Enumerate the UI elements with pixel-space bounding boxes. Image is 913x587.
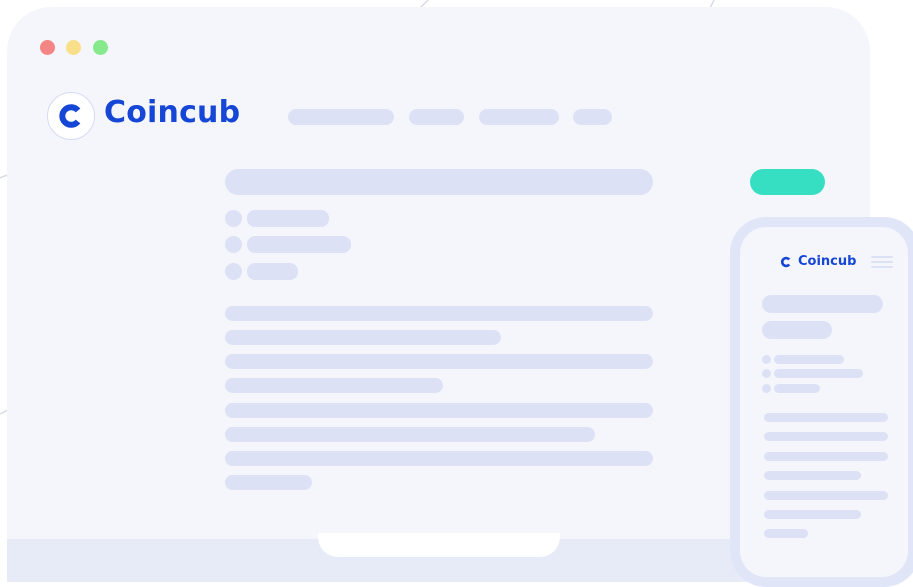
mobile-bullet-dot bbox=[762, 355, 771, 364]
bullet-dot bbox=[225, 210, 242, 227]
nav-item-placeholder[interactable] bbox=[409, 109, 464, 125]
mobile-paragraph-line bbox=[764, 432, 888, 441]
cta-button[interactable] bbox=[750, 169, 825, 195]
paragraph-line-placeholder bbox=[225, 451, 653, 466]
paragraph-line-placeholder bbox=[225, 378, 443, 393]
paragraph-line-placeholder bbox=[225, 330, 501, 345]
bullet-text-placeholder bbox=[247, 263, 298, 280]
brand-name[interactable]: Coincub bbox=[104, 95, 240, 130]
mobile-brand-name[interactable]: Coincub bbox=[798, 254, 856, 269]
mobile-device: Coincub bbox=[730, 217, 913, 587]
maximize-dot[interactable] bbox=[93, 40, 108, 55]
hamburger-menu-icon[interactable] bbox=[871, 256, 893, 268]
mobile-heading-placeholder bbox=[762, 295, 883, 313]
close-dot[interactable] bbox=[40, 40, 55, 55]
paragraph-line-placeholder bbox=[225, 403, 653, 418]
mobile-bullet-dot bbox=[762, 384, 771, 393]
mobile-subheading-placeholder bbox=[762, 321, 832, 339]
mobile-bullet-text bbox=[774, 369, 863, 378]
mobile-paragraph-line bbox=[764, 471, 861, 480]
mobile-bullet-dot bbox=[762, 369, 771, 378]
coincub-c-icon[interactable] bbox=[780, 256, 792, 268]
mobile-screen: Coincub bbox=[740, 227, 908, 577]
mobile-paragraph-line bbox=[764, 491, 888, 500]
paragraph-line-placeholder bbox=[225, 475, 312, 490]
mobile-paragraph-line bbox=[764, 510, 861, 519]
heading-placeholder bbox=[225, 169, 653, 195]
mobile-paragraph-line bbox=[764, 529, 808, 538]
nav-item-placeholder[interactable] bbox=[288, 109, 394, 125]
laptop-notch bbox=[318, 533, 560, 557]
mobile-bullet-text bbox=[774, 355, 844, 364]
paragraph-line-placeholder bbox=[225, 306, 653, 321]
coincub-c-icon[interactable] bbox=[47, 92, 95, 140]
mobile-paragraph-line bbox=[764, 413, 888, 422]
bullet-dot bbox=[225, 263, 242, 280]
paragraph-line-placeholder bbox=[225, 427, 595, 442]
nav-item-placeholder[interactable] bbox=[573, 109, 612, 125]
minimize-dot[interactable] bbox=[66, 40, 81, 55]
mobile-bullet-text bbox=[774, 384, 820, 393]
paragraph-line-placeholder bbox=[225, 354, 653, 369]
bullet-text-placeholder bbox=[247, 236, 351, 253]
nav-item-placeholder[interactable] bbox=[479, 109, 559, 125]
mobile-paragraph-line bbox=[764, 452, 888, 461]
bullet-dot bbox=[225, 236, 242, 253]
bullet-text-placeholder bbox=[247, 210, 329, 227]
